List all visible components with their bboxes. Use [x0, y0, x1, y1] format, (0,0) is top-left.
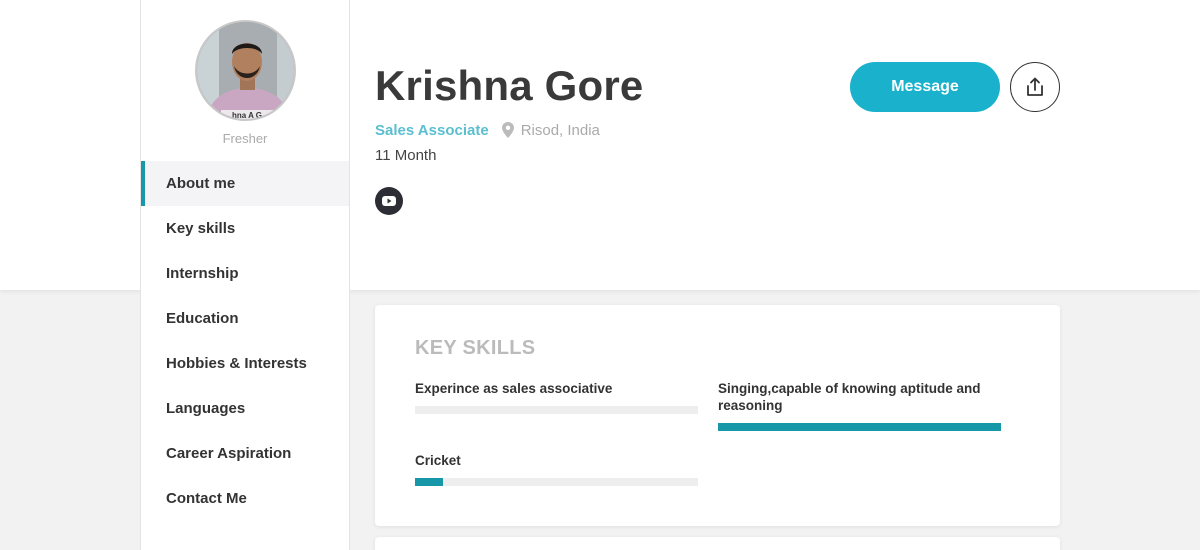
experience-duration: 11 Month — [375, 147, 437, 164]
share-upload-icon — [1025, 77, 1045, 97]
sidebar-item-key-skills[interactable]: Key skills — [141, 206, 349, 251]
location: Risod, India — [520, 121, 600, 139]
sidebar-item-about-me[interactable]: About me — [141, 161, 349, 206]
skill-item: Singing,capable of knowing aptitude and … — [718, 380, 1001, 431]
skill-progress-fill — [415, 478, 444, 486]
sidebar-item-education[interactable]: Education — [141, 296, 349, 341]
next-section-card — [375, 537, 1060, 550]
key-skills-title: KEY SKILLS — [415, 337, 536, 359]
avatar: hna A G — [195, 20, 296, 121]
location-pin-icon — [501, 122, 514, 138]
skill-progress-bar — [415, 406, 698, 414]
sidebar-item-hobbies[interactable]: Hobbies & Interests — [141, 341, 349, 386]
profile-meta: Sales Associate Risod, India — [375, 120, 600, 140]
share-button[interactable] — [1010, 62, 1060, 112]
profile-name: Krishna Gore — [375, 62, 644, 109]
skill-progress-fill — [718, 423, 1001, 431]
skill-name: Experince as sales associative — [415, 381, 613, 396]
skill-item: Experince as sales associative — [415, 380, 698, 414]
sidebar-item-languages[interactable]: Languages — [141, 386, 349, 431]
key-skills-card: KEY SKILLS Experince as sales associativ… — [375, 305, 1060, 526]
sidebar-item-contact-me[interactable]: Contact Me — [141, 476, 349, 521]
skill-name: Cricket — [415, 453, 461, 468]
sidebar-item-career-aspiration[interactable]: Career Aspiration — [141, 431, 349, 476]
avatar-caption: hna A G — [232, 111, 262, 120]
skill-progress-bar — [718, 423, 1001, 431]
skill-item: Cricket — [415, 452, 698, 486]
skill-name: Singing,capable of knowing aptitude and … — [718, 381, 981, 413]
job-role: Sales Associate — [375, 121, 489, 139]
youtube-icon[interactable] — [375, 187, 403, 215]
sidebar-nav: About me Key skills Internship Education… — [141, 161, 349, 521]
skill-progress-bar — [415, 478, 698, 486]
experience-level: Fresher — [222, 131, 268, 146]
message-button[interactable]: Message — [850, 62, 1000, 112]
sidebar: hna A G Fresher About me Key skills Inte… — [140, 0, 350, 550]
sidebar-item-internship[interactable]: Internship — [141, 251, 349, 296]
